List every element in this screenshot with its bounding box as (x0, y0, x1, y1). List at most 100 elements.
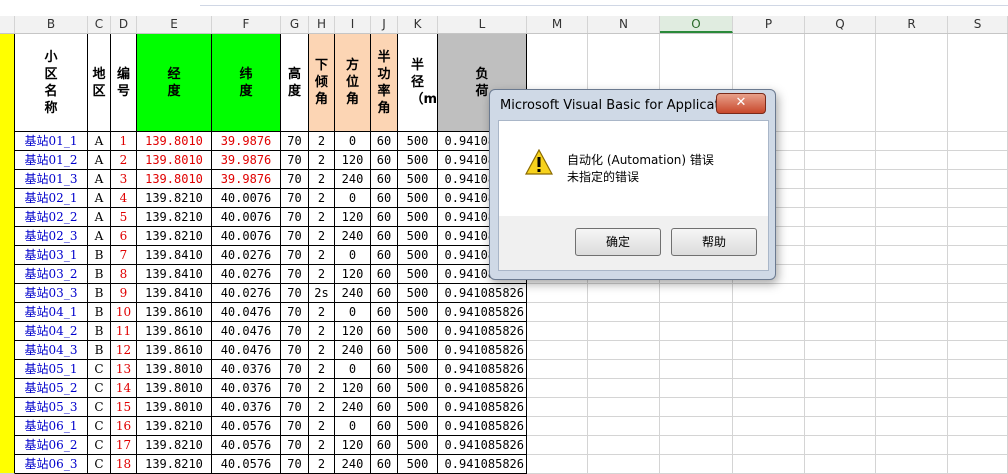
empty-cell[interactable] (805, 417, 876, 436)
empty-cell[interactable] (805, 322, 876, 341)
empty-cell[interactable] (805, 208, 876, 227)
empty-cell[interactable] (733, 284, 805, 303)
table-header-cell[interactable]: 地区 (88, 34, 111, 132)
empty-cell[interactable] (733, 379, 805, 398)
empty-cell[interactable] (660, 303, 733, 322)
empty-cell[interactable] (948, 246, 1008, 265)
table-cell[interactable]: 基站02_2 (15, 208, 88, 227)
empty-cell[interactable] (805, 341, 876, 360)
dialog-titlebar[interactable]: Microsoft Visual Basic for Applicatio...… (490, 90, 775, 120)
empty-cell[interactable] (876, 341, 948, 360)
table-cell[interactable]: 40.0476 (212, 322, 281, 341)
table-cell[interactable]: 60 (371, 284, 398, 303)
empty-cell[interactable] (876, 265, 948, 284)
table-cell[interactable]: 70 (281, 132, 309, 151)
empty-cell[interactable] (805, 303, 876, 322)
table-cell[interactable]: 70 (281, 170, 309, 189)
empty-cell[interactable] (733, 398, 805, 417)
empty-cell[interactable] (660, 322, 733, 341)
column-header-c[interactable]: C (88, 16, 111, 33)
table-cell[interactable]: 0.941085826 (438, 284, 527, 303)
table-cell[interactable]: 基站01_2 (15, 151, 88, 170)
table-cell[interactable]: 基站04_3 (15, 341, 88, 360)
empty-cell[interactable] (876, 360, 948, 379)
table-cell[interactable]: 4 (111, 189, 137, 208)
table-cell[interactable]: 240 (335, 455, 371, 474)
table-cell[interactable]: 40.0476 (212, 303, 281, 322)
empty-cell[interactable] (876, 379, 948, 398)
table-cell[interactable]: 2 (309, 341, 335, 360)
table-cell[interactable]: 40.0076 (212, 189, 281, 208)
table-cell[interactable]: 39.9876 (212, 170, 281, 189)
empty-cell[interactable] (527, 341, 588, 360)
table-cell[interactable]: 60 (371, 341, 398, 360)
empty-cell[interactable] (876, 303, 948, 322)
table-cell[interactable]: 500 (398, 151, 438, 170)
table-cell[interactable]: 基站03_1 (15, 246, 88, 265)
table-header-cell[interactable]: 半径（m） (398, 34, 438, 132)
table-cell[interactable]: 240 (335, 284, 371, 303)
empty-cell[interactable] (876, 227, 948, 246)
table-cell[interactable]: 139.8210 (137, 417, 212, 436)
table-cell[interactable]: 12 (111, 341, 137, 360)
table-cell[interactable]: 60 (371, 246, 398, 265)
column-header-g[interactable]: G (281, 16, 309, 33)
table-cell[interactable]: 120 (335, 379, 371, 398)
table-cell[interactable]: 500 (398, 436, 438, 455)
empty-cell[interactable] (527, 360, 588, 379)
table-header-cell[interactable]: 半功率角 (371, 34, 398, 132)
table-cell[interactable]: 40.0076 (212, 227, 281, 246)
empty-cell[interactable] (876, 284, 948, 303)
table-cell[interactable]: 60 (371, 151, 398, 170)
table-cell[interactable]: C (88, 436, 111, 455)
column-header-d[interactable]: D (111, 16, 137, 33)
table-cell[interactable]: 70 (281, 341, 309, 360)
empty-cell[interactable] (588, 360, 660, 379)
table-cell[interactable]: A (88, 189, 111, 208)
table-cell[interactable]: 40.0576 (212, 436, 281, 455)
table-cell[interactable]: 0.941085826 (438, 360, 527, 379)
table-cell[interactable]: 40.0276 (212, 284, 281, 303)
empty-cell[interactable] (876, 398, 948, 417)
table-cell[interactable]: 2 (309, 170, 335, 189)
table-cell[interactable]: 500 (398, 455, 438, 474)
table-cell[interactable]: 0 (335, 303, 371, 322)
empty-cell[interactable] (660, 379, 733, 398)
table-cell[interactable]: 60 (371, 227, 398, 246)
table-cell[interactable]: 120 (335, 265, 371, 284)
empty-cell[interactable] (805, 284, 876, 303)
table-cell[interactable]: C (88, 455, 111, 474)
table-cell[interactable]: 14 (111, 379, 137, 398)
table-cell[interactable]: 139.8010 (137, 132, 212, 151)
table-cell[interactable]: 139.8010 (137, 379, 212, 398)
table-cell[interactable]: 60 (371, 189, 398, 208)
empty-cell[interactable] (805, 455, 876, 474)
table-cell[interactable]: 500 (398, 170, 438, 189)
empty-cell[interactable] (527, 455, 588, 474)
column-header-h[interactable]: H (309, 16, 335, 33)
table-cell[interactable]: 2 (309, 246, 335, 265)
table-cell[interactable]: 0 (335, 189, 371, 208)
empty-cell[interactable] (805, 34, 876, 132)
table-cell[interactable]: 0.941085826 (438, 379, 527, 398)
column-header-b[interactable]: B (15, 16, 88, 33)
table-cell[interactable]: 139.8610 (137, 322, 212, 341)
table-header-cell[interactable]: 编号 (111, 34, 137, 132)
table-cell[interactable]: 0.941085826 (438, 455, 527, 474)
column-header-a[interactable] (0, 16, 15, 33)
empty-cell[interactable] (660, 360, 733, 379)
column-header-n[interactable]: N (588, 16, 660, 33)
table-cell[interactable]: C (88, 360, 111, 379)
table-cell[interactable]: 139.8610 (137, 341, 212, 360)
empty-cell[interactable] (660, 341, 733, 360)
table-cell[interactable]: 120 (335, 151, 371, 170)
table-cell[interactable]: 1 (111, 132, 137, 151)
empty-cell[interactable] (805, 379, 876, 398)
table-header-cell[interactable]: 下倾角 (309, 34, 335, 132)
table-cell[interactable]: 70 (281, 436, 309, 455)
table-cell[interactable]: 139.8210 (137, 189, 212, 208)
table-cell[interactable]: 240 (335, 398, 371, 417)
table-cell[interactable]: 2 (309, 398, 335, 417)
table-cell[interactable]: 240 (335, 170, 371, 189)
table-cell[interactable]: 70 (281, 189, 309, 208)
